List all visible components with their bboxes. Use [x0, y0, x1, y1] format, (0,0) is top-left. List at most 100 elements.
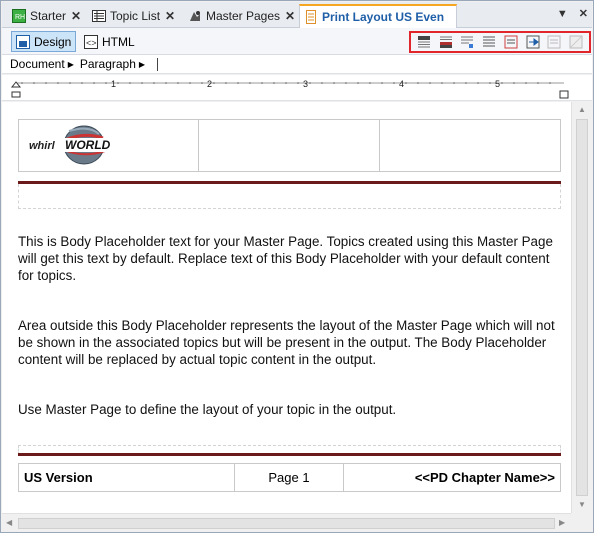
insert-marker-icon[interactable] [526, 35, 540, 49]
ruler-dot [189, 82, 191, 84]
body-paragraph: Use Master Page to define the layout of … [18, 402, 397, 417]
design-view-button[interactable]: Design [11, 31, 77, 52]
ruler-dot [117, 82, 119, 84]
close-icon[interactable]: ✕ [165, 9, 175, 23]
ruler-tick-4: 4 [399, 79, 404, 89]
vertical-scrollbar[interactable]: ▲ ▼ [571, 102, 592, 513]
ruler-dot [465, 82, 467, 84]
ruler-dot [33, 82, 35, 84]
header-cell-logo[interactable]: whirl WORLD [18, 119, 199, 172]
tab-topic-list[interactable]: Topic List ✕ [88, 5, 179, 27]
header-cell-middle[interactable] [198, 119, 380, 172]
tab-starter-label: Starter [30, 9, 67, 23]
ruler-dot [261, 82, 263, 84]
header-table: whirl WORLD [18, 119, 561, 172]
insert-placeholder-icon[interactable] [547, 35, 561, 49]
master-page-layout-toolbar [409, 31, 591, 53]
ruler-tick-1: 1 [111, 79, 116, 89]
left-indent-marker[interactable] [10, 81, 22, 98]
ruler-dot [165, 82, 167, 84]
ruler-dot [549, 82, 551, 84]
ruler-dot [297, 82, 299, 84]
breadcrumb-paragraph[interactable]: Paragraph ▶ [80, 57, 145, 71]
breadcrumb-document-label: Document [10, 57, 65, 71]
ruler-dot [393, 82, 395, 84]
text-cursor [157, 57, 159, 71]
scroll-down-icon[interactable]: ▼ [578, 500, 586, 509]
close-icon[interactable]: ✕ [285, 9, 295, 23]
scroll-right-icon[interactable]: ▶ [559, 518, 565, 527]
ruler-tick-3: 3 [303, 79, 308, 89]
body-placeholder[interactable]: This is Body Placeholder text for your M… [18, 233, 558, 451]
ruler-dot [537, 82, 539, 84]
insert-header-row-icon[interactable] [460, 35, 474, 49]
ruler-dot [285, 82, 287, 84]
ruler-dot [201, 82, 203, 84]
ruler-dot [369, 82, 371, 84]
logo-text-world: WORLD [63, 138, 113, 152]
tab-master-pages-label: Master Pages [206, 9, 281, 23]
editor-toolbar: Design <> HTML [2, 28, 592, 55]
ruler-dot [177, 82, 179, 84]
footer-chapter-name[interactable]: <<PD Chapter Name>> [343, 463, 561, 492]
design-icon [16, 34, 30, 49]
ruler-dot [45, 82, 47, 84]
ruler-dot [93, 82, 95, 84]
tab-master-pages[interactable]: Master Pages ✕ [184, 5, 299, 27]
tabbar-controls: ▼ ✕ [549, 7, 588, 20]
ruler-dot [153, 82, 155, 84]
scroll-up-icon[interactable]: ▲ [578, 105, 586, 114]
ruler-dot [405, 82, 407, 84]
insert-footer-icon[interactable] [439, 35, 453, 49]
ruler-dot [237, 82, 239, 84]
ruler-dot [213, 82, 215, 84]
ruler-dot [441, 82, 443, 84]
ruler-dot [141, 82, 143, 84]
ruler-dot [69, 82, 71, 84]
ruler-dot [273, 82, 275, 84]
svg-text:<>: <> [86, 38, 97, 48]
footer-page-number[interactable]: Page 1 [234, 463, 344, 492]
header-placeholder-region[interactable] [18, 184, 561, 209]
ruler-dot [417, 82, 419, 84]
master-page-canvas[interactable]: whirl WORLD This is Body Placeholder tex… [2, 102, 571, 513]
footer-version[interactable]: US Version [18, 463, 235, 492]
insert-frame-icon[interactable] [569, 35, 583, 49]
ruler-dot [513, 82, 515, 84]
horizontal-scroll-thumb[interactable] [18, 518, 555, 529]
tab-topic-list-label: Topic List [110, 9, 161, 23]
ruler-dot [225, 82, 227, 84]
insert-header-icon[interactable] [417, 35, 431, 49]
scroll-left-icon[interactable]: ◀ [6, 518, 12, 527]
ruler-dot [453, 82, 455, 84]
html-icon: <> [84, 34, 98, 49]
document-tab-bar: RH Starter ✕ Topic List ✕ Master Pages ✕… [2, 2, 592, 28]
html-view-button[interactable]: <> HTML [80, 31, 139, 52]
tab-starter[interactable]: RH Starter ✕ [8, 5, 85, 27]
ruler-dot [345, 82, 347, 84]
insert-section-icon[interactable] [504, 35, 518, 49]
close-icon[interactable]: ✕ [579, 8, 588, 20]
ruler-dot [477, 82, 479, 84]
right-indent-marker[interactable] [559, 90, 569, 99]
ruler-tick-5: 5 [495, 79, 500, 89]
master-pages-icon [188, 9, 202, 23]
ruler-dot [429, 82, 431, 84]
header-cell-right[interactable] [379, 119, 561, 172]
insert-body-icon[interactable] [482, 35, 496, 49]
breadcrumb-document[interactable]: Document ▶ [10, 57, 74, 71]
starter-icon: RH [12, 9, 26, 23]
close-icon[interactable]: ✕ [71, 9, 81, 23]
tab-print-layout-us-even[interactable]: Print Layout US Even [299, 4, 457, 28]
body-paragraph: Area outside this Body Placeholder repre… [18, 318, 555, 367]
vertical-scroll-thumb[interactable] [576, 119, 588, 496]
tab-print-layout-label: Print Layout US Even [322, 10, 445, 24]
topic-list-icon [92, 9, 106, 23]
ruler-dot [501, 82, 503, 84]
logo-text-whirl: whirl [29, 140, 55, 152]
horizontal-scrollbar[interactable]: ◀ ▶ [2, 513, 571, 532]
ruler-dot [357, 82, 359, 84]
ruler-dot [57, 82, 59, 84]
horizontal-ruler[interactable]: 1 2 3 4 5 [2, 75, 592, 101]
dropdown-arrow-icon[interactable]: ▼ [557, 8, 568, 20]
